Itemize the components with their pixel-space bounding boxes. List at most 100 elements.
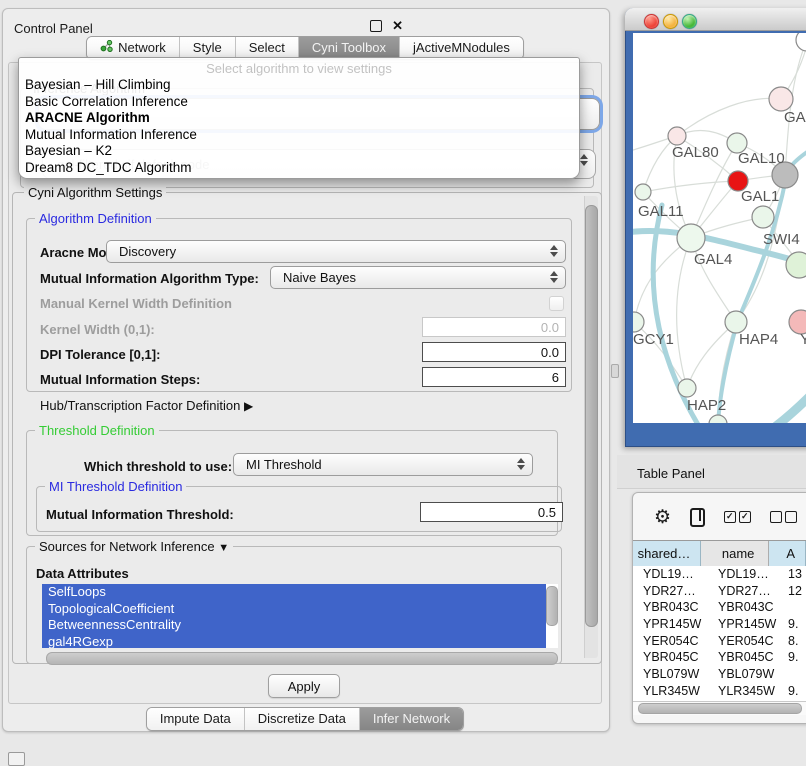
algorithm-option-bayesian-hill-climbing[interactable]: Bayesian – Hill Climbing	[25, 77, 171, 94]
table-row[interactable]: YPR145WYPR145W9.	[633, 616, 806, 633]
tab-label: Discretize Data	[258, 711, 346, 726]
table-cell: YER054C	[718, 634, 774, 648]
table-scrollbar-thumb[interactable]	[638, 703, 802, 714]
network-node-hap4[interactable]	[725, 311, 747, 333]
table-row[interactable]: YLR345WYLR345W9.	[633, 683, 806, 700]
network-node[interactable]	[709, 415, 727, 423]
node-label-gal: GAL	[784, 109, 806, 126]
mi-type-combobox[interactable]: Naive Bayes	[270, 266, 566, 289]
tab-discretize-data[interactable]: Discretize Data	[244, 708, 359, 730]
sources-group-toggle[interactable]: Sources for Network Inference ▼	[35, 539, 233, 554]
column-header-a[interactable]: A	[769, 541, 806, 566]
settings-group-title: Cyni Algorithm Settings	[24, 185, 166, 200]
network-node[interactable]	[796, 33, 806, 51]
corner-widget-icon[interactable]	[8, 752, 25, 766]
column-header-name[interactable]: name	[701, 541, 769, 566]
table-row[interactable]: YER054CYER054C8.	[633, 633, 806, 650]
float-panel-icon[interactable]	[370, 20, 382, 32]
apply-label: Apply	[288, 679, 321, 694]
network-node-gal[interactable]	[769, 87, 793, 111]
settings-horizontal-scrollbar[interactable]	[46, 652, 558, 665]
table-cell: 13	[788, 567, 802, 581]
zoom-window-icon[interactable]	[682, 14, 697, 29]
dpi-tolerance-field[interactable]	[422, 342, 566, 362]
network-node-hap2[interactable]	[678, 379, 696, 397]
network-edge[interactable]	[768, 394, 806, 423]
table-row[interactable]: YBL079WYBL079W	[633, 666, 806, 683]
aracne-mode-combobox[interactable]: Discovery	[106, 240, 566, 263]
algorithm-option-bayesian-k2[interactable]: Bayesian – K2	[25, 143, 112, 160]
minimize-window-icon[interactable]	[663, 14, 678, 29]
node-label-gcy1: GCY1	[633, 331, 674, 348]
manual-kernel-checkbox[interactable]	[549, 296, 564, 311]
table-panel-title: Table Panel	[637, 466, 705, 481]
apply-button[interactable]: Apply	[268, 674, 340, 698]
algorithm-option-aracne-algorithm[interactable]: ARACNE Algorithm	[25, 110, 150, 127]
tab-label: Impute Data	[160, 711, 231, 726]
network-edge[interactable]	[677, 238, 691, 388]
network-edge[interactable]	[634, 238, 691, 322]
expanded-arrow-icon: ▼	[218, 542, 229, 554]
attributes-scrollbar-thumb[interactable]	[546, 586, 558, 626]
algorithm-option-dream8-dc-tdc-algorithm[interactable]: Dream8 DC_TDC Algorithm	[25, 160, 192, 177]
close-panel-icon[interactable]: ✕	[392, 21, 403, 31]
attribute-item-betweennesscentrality[interactable]: BetweennessCentrality	[42, 617, 546, 634]
algorithm-option-basic-correlation-inference[interactable]: Basic Correlation Inference	[25, 94, 188, 111]
network-node-gal1[interactable]	[752, 206, 774, 228]
gear-icon[interactable]: ⚙	[654, 508, 671, 527]
deselect-all-columns-icon[interactable]	[770, 511, 797, 523]
tab-cyni-toolbox[interactable]: Cyni Toolbox	[298, 37, 399, 59]
bottom-tabs: Impute Data Discretize Data Infer Network	[146, 707, 464, 731]
network-node-gal11[interactable]	[635, 184, 651, 200]
node-label-gal80: GAL80	[672, 144, 719, 161]
tab-select[interactable]: Select	[235, 37, 298, 59]
network-icon	[100, 40, 113, 55]
table-row[interactable]: YDR27…YDR27…12	[633, 583, 806, 600]
combo-stepper-icon	[550, 245, 558, 257]
network-edge[interactable]	[643, 181, 738, 192]
which-threshold-combobox[interactable]: MI Threshold	[233, 453, 533, 476]
network-edge[interactable]	[677, 98, 781, 136]
window-buttons: ✕	[370, 20, 403, 32]
tab-network[interactable]: Network	[87, 37, 179, 59]
node-label-gal1: GAL1	[741, 188, 779, 205]
table-row[interactable]: YBR043CYBR043C	[633, 599, 806, 616]
network-node-gal80[interactable]	[668, 127, 686, 145]
bottom-tab-bar: Impute Data Discretize Data Infer Network	[2, 707, 608, 731]
table-cell: YDR27…	[718, 584, 771, 598]
table-row[interactable]: YDL19…YDL19…13	[633, 566, 806, 583]
mi-threshold-field[interactable]	[420, 502, 563, 522]
table-cell: 9.	[788, 684, 798, 698]
network-node-swi4[interactable]	[786, 252, 806, 278]
attribute-item-topologicalcoefficient[interactable]: TopologicalCoefficient	[42, 601, 546, 618]
close-window-icon[interactable]	[644, 14, 659, 29]
tab-label: Cyni Toolbox	[312, 40, 386, 55]
split-columns-icon[interactable]	[690, 508, 705, 527]
select-all-columns-icon[interactable]: ✓ ✓	[724, 511, 751, 523]
mi-type-label: Mutual Information Algorithm Type:	[40, 271, 259, 286]
attribute-item-gal4rgexp[interactable]: gal4RGexp	[42, 634, 546, 649]
node-label-gal4: GAL4	[694, 251, 732, 268]
table-cell: YER054C	[643, 634, 699, 648]
tab-label: Infer Network	[373, 711, 450, 726]
node-label-gal11: GAL11	[638, 203, 684, 220]
screen-root: { "icons": { "expanded_arrow": "▼", "col…	[0, 0, 806, 762]
hub-definition-toggle[interactable]: Hub/Transcription Factor Definition ▶	[40, 398, 253, 413]
panel-splitter-handle[interactable]	[611, 364, 619, 378]
column-header-shared[interactable]: shared…	[633, 541, 701, 566]
table-row[interactable]: YBR045CYBR045C9.	[633, 649, 806, 666]
network-graph[interactable]: GALGAL80GAL10GAL1GAL11GAL4SWI4GCY1HAP4YH…	[633, 33, 806, 423]
network-node-gal4[interactable]	[677, 224, 705, 252]
which-threshold-label: Which threshold to use:	[84, 459, 232, 474]
attribute-item-selfloops[interactable]: SelfLoops	[42, 584, 546, 601]
tab-jactivemnodules[interactable]: jActiveMNodules	[399, 37, 523, 59]
node-label-hap2: HAP2	[687, 397, 726, 414]
settings-scrollbar-thumb[interactable]	[585, 205, 598, 627]
manual-kernel-label: Manual Kernel Width Definition	[40, 296, 232, 311]
algorithm-option-mutual-information-inference[interactable]: Mutual Information Inference	[25, 127, 197, 144]
tab-infer-network[interactable]: Infer Network	[359, 708, 463, 730]
tab-impute-data[interactable]: Impute Data	[147, 708, 244, 730]
mi-steps-field[interactable]	[422, 367, 566, 387]
tab-style[interactable]: Style	[179, 37, 235, 59]
kernel-width-field[interactable]	[422, 317, 566, 337]
